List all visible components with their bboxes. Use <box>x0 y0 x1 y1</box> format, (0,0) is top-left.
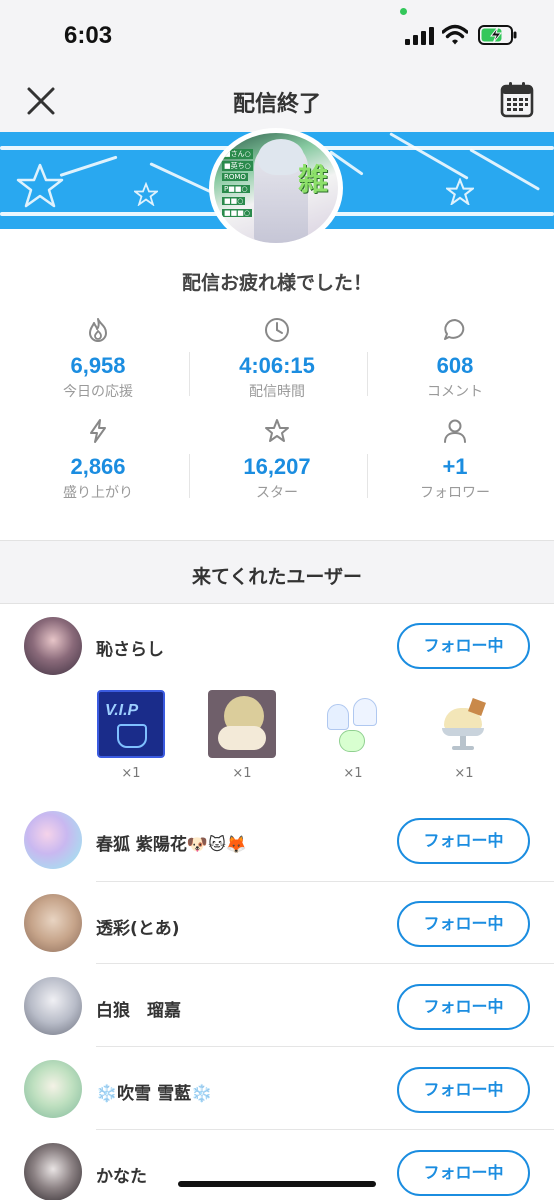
user-name[interactable]: 透彩(とあ) <box>96 914 180 939</box>
list-item: 春狐 紫陽花🐶🐱🦊 フォロー中 <box>0 798 554 882</box>
stat-comments: 608 コメント <box>363 317 547 401</box>
cellular-signal-icon <box>405 27 435 45</box>
stat-label: 今日の応援 <box>63 384 133 400</box>
avatar[interactable] <box>24 811 82 869</box>
user-name[interactable]: かなた <box>96 1162 147 1187</box>
star-decoration-icon <box>446 178 474 205</box>
follow-button[interactable]: フォロー中 <box>397 1067 530 1113</box>
follow-button[interactable]: フォロー中 <box>397 901 530 947</box>
home-indicator[interactable] <box>178 1181 376 1187</box>
star-decoration-icon <box>134 182 158 206</box>
stat-support: 6,958 今日の応援 <box>6 317 190 401</box>
stat-label: フォロワー <box>420 485 490 501</box>
follow-button[interactable]: フォロー中 <box>397 818 530 864</box>
divider <box>189 454 190 498</box>
comment-icon <box>444 319 465 340</box>
top-app-bar: 配信終了 <box>0 72 554 132</box>
user-icon <box>444 419 466 443</box>
status-time: 6:03 <box>64 22 113 49</box>
clock-icon <box>265 318 289 342</box>
stat-label: 盛り上がり <box>63 485 133 501</box>
list-item: 白狼 瑠嘉 フォロー中 <box>0 964 554 1047</box>
calendar-icon[interactable] <box>500 80 534 118</box>
sleeping-bun-gift-icon <box>208 690 276 758</box>
battery-charging-icon <box>478 25 517 45</box>
stat-value: 6,958 <box>70 353 126 378</box>
user-name[interactable]: ❄️吹雪 雪藍❄️ <box>96 1079 212 1104</box>
stat-label: スター <box>256 485 298 501</box>
stat-value: +1 <box>442 454 468 479</box>
stat-stars: 16,207 スター <box>185 418 369 502</box>
wifi-icon <box>442 24 468 45</box>
ghost-sticker-gift-icon <box>319 690 387 758</box>
list-item: ❄️吹雪 雪藍❄️ フォロー中 <box>0 1047 554 1130</box>
streamer-avatar: ■さん○ ■英ち○ ROMO P■■○ ■■○ ■■■○ 雑 <box>209 128 343 248</box>
list-item: かなた フォロー中 <box>0 1130 554 1200</box>
user-name[interactable]: 春狐 紫陽花🐶🐱🦊 <box>96 830 247 855</box>
stream-end-message: 配信お疲れ様でした！ <box>181 272 372 294</box>
stat-value: 608 <box>436 353 474 378</box>
section-title: 来てくれたユーザー <box>191 566 363 588</box>
user-name[interactable]: 白狼 瑠嘉 <box>96 996 181 1021</box>
follow-button[interactable]: フォロー中 <box>397 623 530 669</box>
gift-count: ×1 <box>232 766 252 781</box>
gift-count: ×1 <box>121 766 141 781</box>
follow-button[interactable]: フォロー中 <box>397 1150 530 1196</box>
stat-label: コメント <box>427 384 483 400</box>
list-item: 恥さらし フォロー中 V.I.P ×1 ×1 ×1 ×1 <box>0 604 554 798</box>
gift-count: ×1 <box>343 766 363 781</box>
avatar[interactable] <box>24 1143 82 1200</box>
avatar[interactable] <box>24 1060 82 1118</box>
privacy-indicator-dot <box>400 8 407 15</box>
stat-stream-time: 4:06:15 配信時間 <box>185 317 369 401</box>
stat-value: 4:06:15 <box>239 353 315 378</box>
stat-label: 配信時間 <box>249 384 305 400</box>
divider <box>367 454 368 498</box>
divider <box>189 352 190 396</box>
page-title: 配信終了 <box>232 92 321 117</box>
status-bar: 6:03 <box>0 0 554 72</box>
ice-cream-gift-icon <box>430 690 498 758</box>
list-item: 透彩(とあ) フォロー中 <box>0 882 554 964</box>
stat-value: 2,866 <box>70 454 126 479</box>
star-icon <box>265 419 289 442</box>
gift-count: ×1 <box>454 766 474 781</box>
stat-excitement: 2,866 盛り上がり <box>6 418 190 502</box>
flame-icon <box>89 318 107 342</box>
vip-cake-gift-icon: V.I.P <box>97 690 165 758</box>
lightning-icon <box>90 419 106 443</box>
avatar[interactable] <box>24 977 82 1035</box>
user-name[interactable]: 恥さらし <box>96 635 164 660</box>
stat-value: 16,207 <box>243 454 311 479</box>
follow-button[interactable]: フォロー中 <box>397 984 530 1030</box>
avatar[interactable] <box>24 894 82 952</box>
stat-followers: +1 フォロワー <box>363 418 547 502</box>
visitors-section-header: 来てくれたユーザー <box>0 540 554 604</box>
gift-item: ×1 <box>319 690 387 781</box>
star-decoration-icon <box>16 163 64 208</box>
divider <box>367 352 368 396</box>
gift-item: ×1 <box>208 690 276 781</box>
gift-item: V.I.P ×1 <box>97 690 165 781</box>
gift-item: ×1 <box>430 690 498 781</box>
avatar[interactable] <box>24 617 82 675</box>
